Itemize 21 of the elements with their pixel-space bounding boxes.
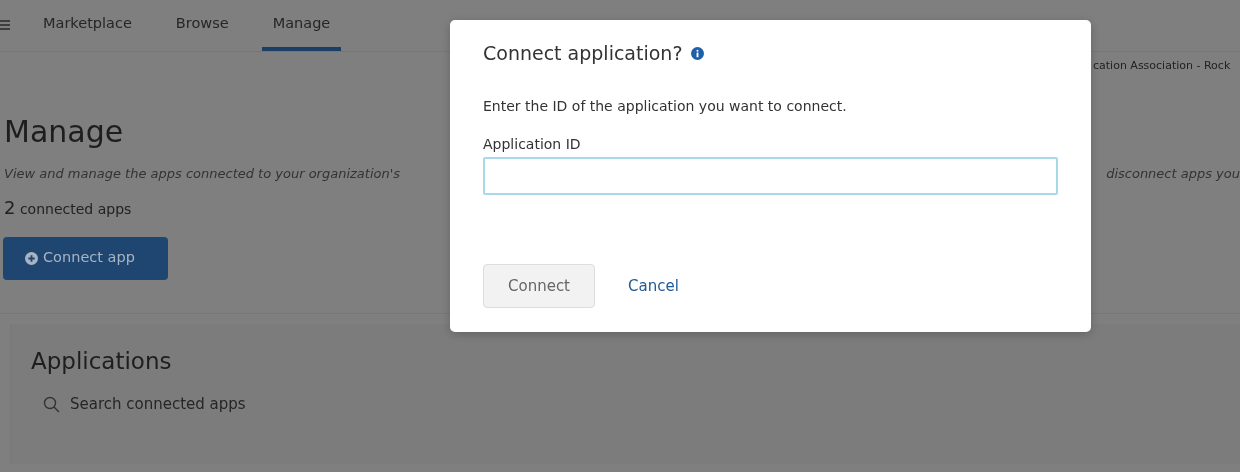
description-text: View and manage the apps connected to your organization's — [4, 165, 401, 183]
plus-circle-icon — [25, 251, 38, 265]
page-title: Manage — [4, 114, 124, 150]
section-title: Applications — [31, 347, 173, 376]
nav-tab[interactable]: Marketplace — [32, 0, 143, 51]
cancel-link[interactable]: Cancel — [628, 274, 679, 298]
dialog-title: Connect application? — [483, 42, 683, 65]
search-field[interactable]: Search connected apps — [70, 393, 370, 416]
nav-tab[interactable]: Manage — [261, 0, 342, 51]
info-icon[interactable] — [690, 46, 704, 60]
description-text: disconnect apps you — [1106, 165, 1240, 183]
dialog-message: Enter the ID of the application you want to connect. — [483, 96, 848, 116]
connect-app-button[interactable]: Connect app — [3, 236, 168, 280]
count-label: connected apps — [19, 200, 132, 217]
search-icon — [43, 395, 60, 413]
field-label: Application ID — [483, 134, 582, 154]
menu-icon[interactable] — [0, 19, 10, 31]
input-field[interactable] — [483, 156, 1058, 195]
organization-name: cation Association - Rock — [1093, 58, 1231, 74]
nav-tab[interactable]: Browse — [164, 0, 240, 51]
app-count: 2 — [4, 196, 16, 218]
